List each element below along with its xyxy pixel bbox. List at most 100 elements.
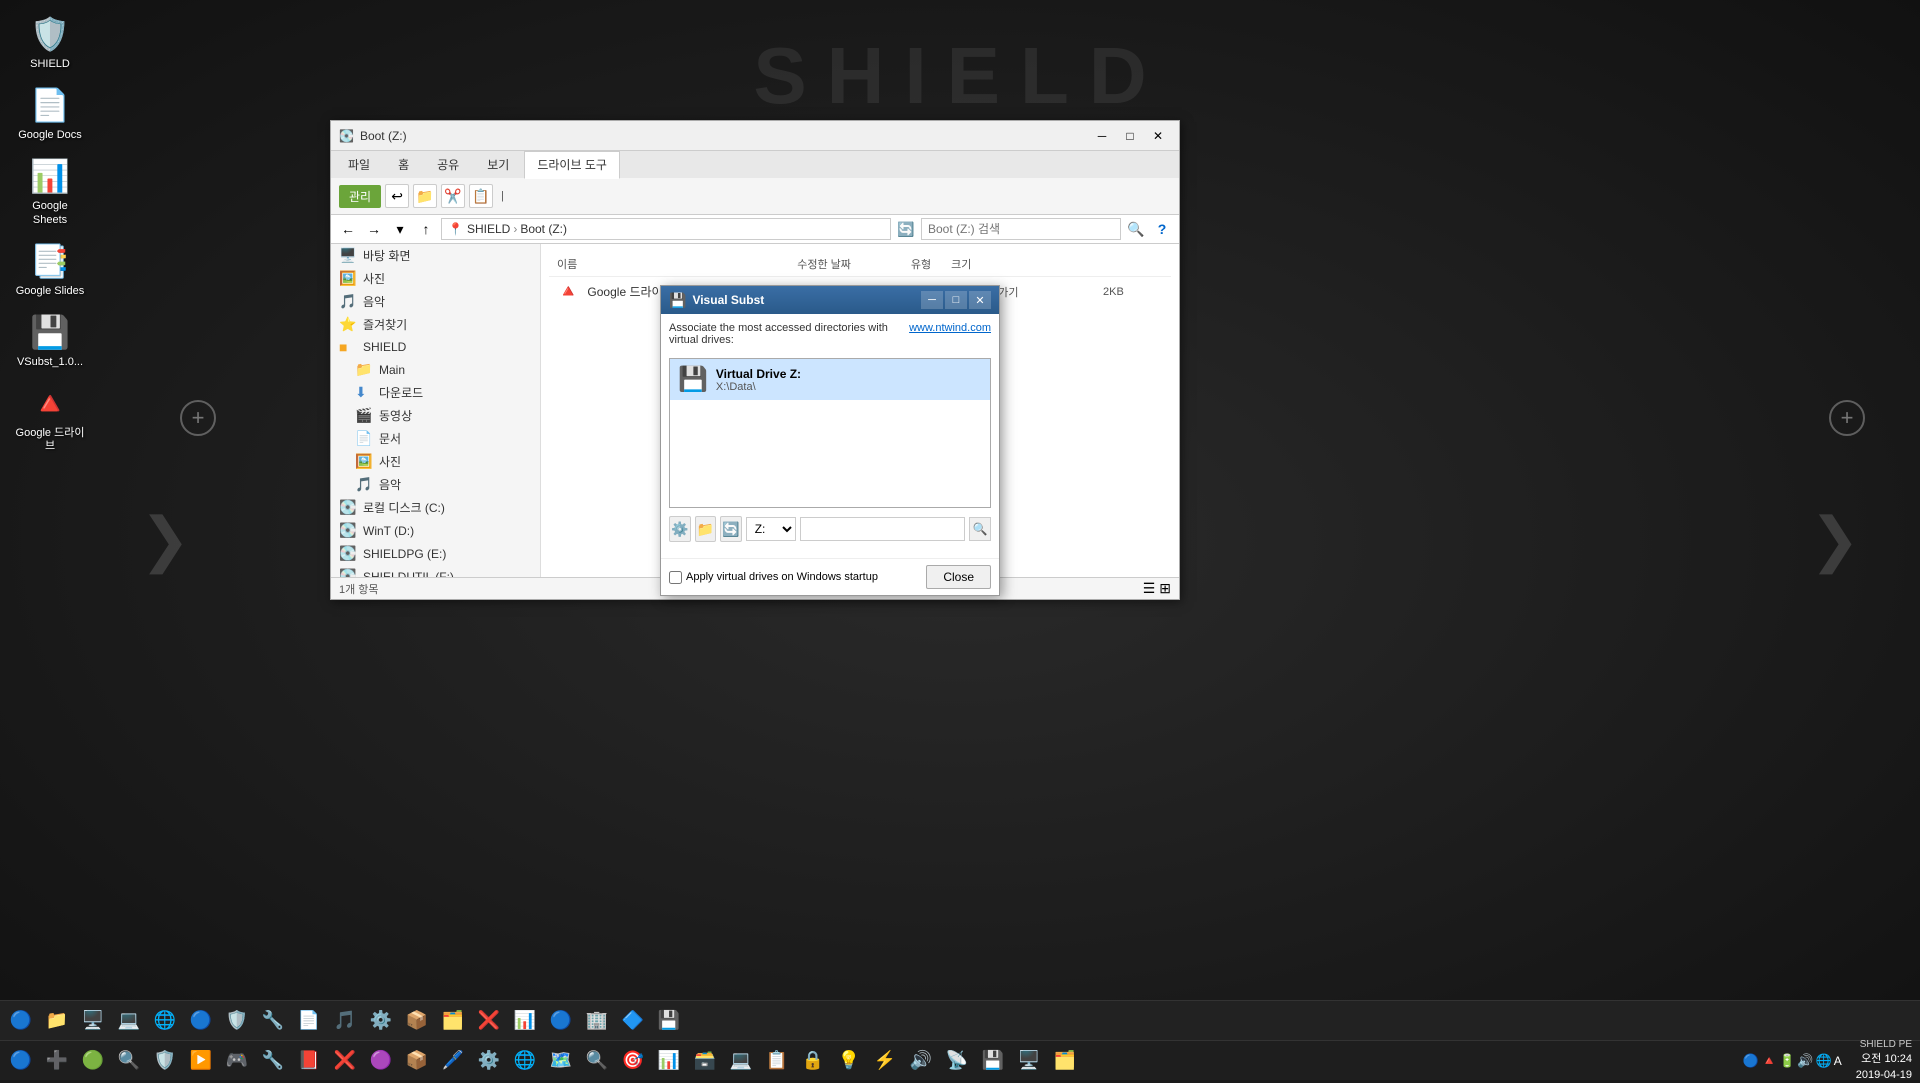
tb2-icon-8[interactable]: 🔧 [256,1004,290,1038]
up-btn[interactable]: ↑ [415,218,437,240]
forward-btn[interactable]: → [363,218,385,240]
sidebar-item-music2[interactable]: 🎵 음악 [331,473,540,496]
ribbon-btn-3[interactable]: ✂️ [441,184,465,208]
left-arrow-decoration: ❯ [140,505,190,575]
refresh-btn[interactable]: 🔄 [895,218,917,240]
status-text: 1개 항목 [339,581,379,597]
help-btn[interactable]: ? [1151,218,1173,240]
drive-letter-select[interactable]: Z: Y: X: W: [746,517,797,541]
search-input[interactable] [921,218,1121,240]
ribbon-tabs: 파일 홈 공유 보기 드라이브 도구 [331,151,1179,178]
tb2-icon-17[interactable]: 🏢 [580,1004,614,1038]
tb2-icon-18[interactable]: 🔷 [616,1004,650,1038]
desktop-icon-google-drive[interactable]: 🔺 Google 드라이브 [10,379,90,457]
col-size[interactable]: 크기 [951,256,971,272]
visual-subst-dialog: 💾 Visual Subst ─ □ ✕ Associate the most … [660,285,1000,596]
tb2-icon-7[interactable]: 🛡️ [220,1004,254,1038]
details-view-btn[interactable]: ☰ [1143,580,1156,597]
sidebar-item-favorites[interactable]: ⭐ 즐겨찾기 [331,313,540,336]
dialog-footer: Apply virtual drives on Windows startup … [661,558,999,595]
ntwind-link[interactable]: www.ntwind.com [909,322,991,334]
tb2-icon-4[interactable]: 💻 [112,1004,146,1038]
google-drive-label: Google 드라이브 [14,427,86,453]
dialog-browse-btn[interactable]: 🔍 [969,517,991,541]
tb2-icon-11[interactable]: ⚙️ [364,1004,398,1038]
tb2-icon-14[interactable]: ❌ [472,1004,506,1038]
sidebar-shieldutil-f-label: SHIELDUTIL (F:) [363,570,454,578]
sidebar-item-videos[interactable]: 🎬 동영상 [331,404,540,427]
tb2-icon-3[interactable]: 🖥️ [76,1004,110,1038]
col-date[interactable]: 수정한 날짜 [797,256,851,272]
desktop-plus-right[interactable]: + [1829,400,1865,436]
sidebar-item-downloads[interactable]: ⬇ 다운로드 [331,381,540,404]
col-type[interactable]: 유형 [911,256,931,272]
sidebar-item-documents[interactable]: 📄 문서 [331,427,540,450]
tb2-ie[interactable]: 🔵 [184,1004,218,1038]
dialog-close-btn[interactable]: ✕ [969,291,991,309]
tb2-icon-16[interactable]: 🔵 [544,1004,578,1038]
dialog-maximize-btn[interactable]: □ [945,291,967,309]
close-button[interactable]: Close [926,565,991,589]
sidebar-item-photos[interactable]: 🖼️ 사진 [331,267,540,290]
sidebar-item-shield[interactable]: ■ SHIELD [331,336,540,358]
tab-view[interactable]: 보기 [474,151,522,178]
google-docs-label: Google Docs [18,129,82,142]
drive-path-input[interactable] [800,517,965,541]
tab-file[interactable]: 파일 [335,151,383,178]
shield-desktop-icon: 🛡️ [30,14,70,54]
tb2-icon-1[interactable]: 🔵 [4,1004,38,1038]
col-name[interactable]: 이름 [557,256,577,272]
tb2-icon-9[interactable]: 📄 [292,1004,326,1038]
ribbon-btn-4[interactable]: 📋 [469,184,493,208]
sidebar: 🖥️ 바탕 화면 🖼️ 사진 🎵 음악 ⭐ 즐겨찾기 ■ SHIELD [331,244,541,577]
tab-share[interactable]: 공유 [424,151,472,178]
dialog-refresh-btn[interactable]: 🔄 [720,516,742,542]
dialog-settings-btn[interactable]: ⚙️ [669,516,691,542]
tb2-icon-2[interactable]: 📁 [40,1004,74,1038]
ribbon-btn-2[interactable]: 📁 [413,184,437,208]
tb2-icon-10[interactable]: 🎵 [328,1004,362,1038]
path-part-2: Boot (Z:) [520,222,567,236]
tiles-view-btn[interactable]: ⊞ [1159,580,1171,597]
dialog-add-btn[interactable]: 📁 [695,516,717,542]
photos2-icon: 🖼️ [355,453,373,470]
back-btn[interactable]: ← [337,218,359,240]
main-folder-icon: 📁 [355,361,373,378]
sidebar-item-main[interactable]: 📁 Main [331,358,540,381]
tab-drive-tools[interactable]: 드라이브 도구 [524,151,620,179]
drive-f-icon: 💽 [339,568,357,577]
music2-icon: 🎵 [355,476,373,493]
dialog-minimize-btn[interactable]: ─ [921,291,943,309]
explorer-minimize-btn[interactable]: ─ [1089,126,1115,146]
manage-btn[interactable]: 관리 [339,185,381,208]
sidebar-item-shieldpg-e[interactable]: 💽 SHIELDPG (E:) [331,542,540,565]
sidebar-item-shieldutil-f[interactable]: 💽 SHIELDUTIL (F:) [331,565,540,577]
desktop-icon-google-docs[interactable]: 📄 Google Docs [10,81,90,146]
shield-watermark: SHIELD [753,30,1166,122]
tb2-icon-12[interactable]: 📦 [400,1004,434,1038]
explorer-title-icon: 💽 [339,129,354,143]
explorer-close-btn[interactable]: ✕ [1145,126,1171,146]
explorer-maximize-btn[interactable]: □ [1117,126,1143,146]
desktop-icon-google-slides[interactable]: 📑 Google Slides [10,237,90,302]
tb2-icon-13[interactable]: 🗂️ [436,1004,470,1038]
drive-item-z[interactable]: 💾 Virtual Drive Z: X:\Data\ [670,359,990,400]
sidebar-item-desktop[interactable]: 🖥️ 바탕 화면 [331,244,540,267]
tab-home[interactable]: 홈 [385,151,422,178]
recent-btn[interactable]: ▾ [389,218,411,240]
ribbon-btn-1[interactable]: ↩ [385,184,409,208]
tb2-icon-15[interactable]: 📊 [508,1004,542,1038]
sidebar-item-music[interactable]: 🎵 음악 [331,290,540,313]
desktop-icon-google-sheets[interactable]: 📊 Google Sheets [10,152,90,230]
tb2-icon-19[interactable]: 💾 [652,1004,686,1038]
desktop-plus-left[interactable]: + [180,400,216,436]
search-btn[interactable]: 🔍 [1125,218,1147,240]
sidebar-item-wint-d[interactable]: 💽 WinT (D:) [331,519,540,542]
desktop-icon-shield[interactable]: 🛡️ SHIELD [10,10,90,75]
sidebar-item-local-c[interactable]: 💽 로컬 디스크 (C:) [331,496,540,519]
startup-checkbox[interactable] [669,571,682,584]
tb2-chrome[interactable]: 🌐 [148,1004,182,1038]
sidebar-item-photos2[interactable]: 🖼️ 사진 [331,450,540,473]
address-path[interactable]: 📍 SHIELD › Boot (Z:) [441,218,891,240]
desktop-icon-vsubst[interactable]: 💾 VSubst_1.0... [10,308,90,373]
